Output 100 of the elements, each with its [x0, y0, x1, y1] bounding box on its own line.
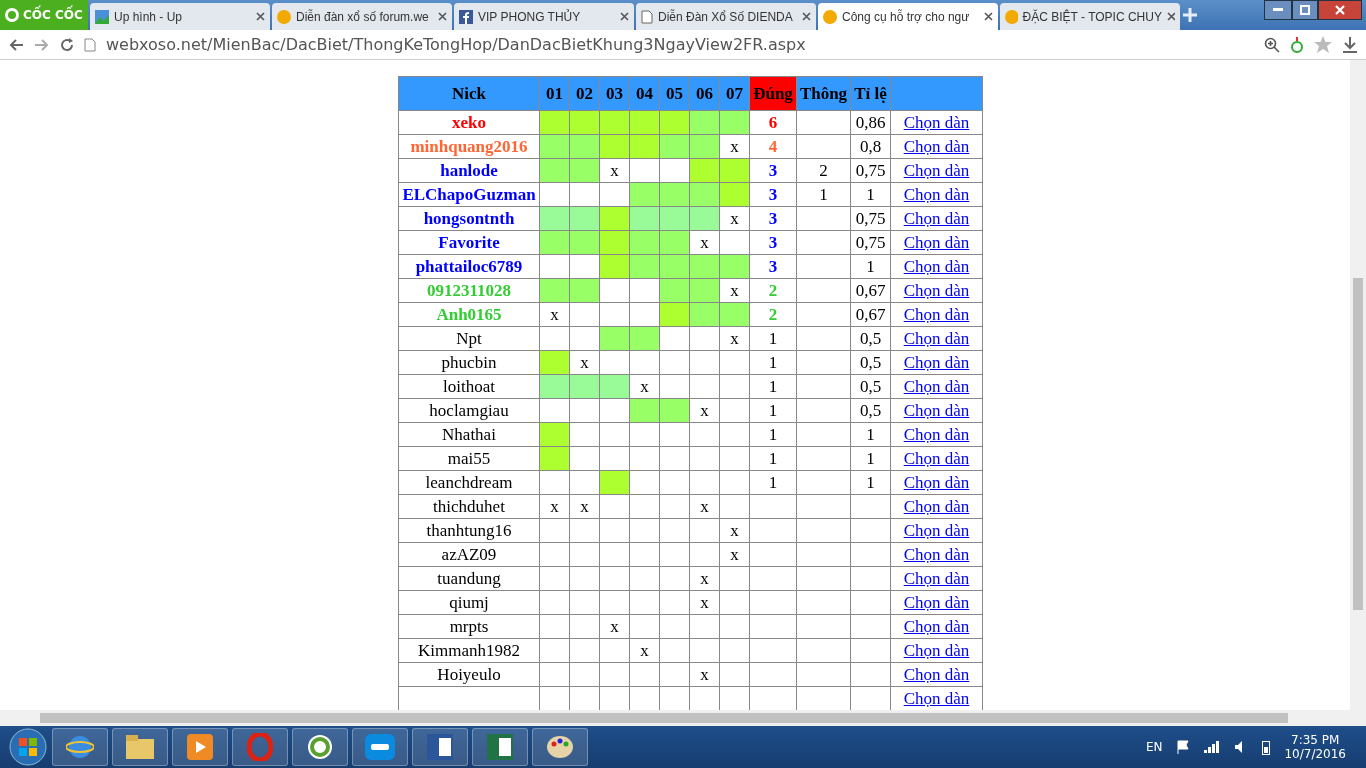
- horizontal-scrollbar[interactable]: [0, 710, 1366, 726]
- start-button[interactable]: [8, 727, 48, 767]
- choose-link[interactable]: Chọn dàn: [903, 160, 970, 180]
- column-header: 03: [599, 76, 630, 111]
- browser-tab[interactable]: Công cụ hỗ trợ cho ngư: [818, 3, 998, 30]
- nick-name: Anh0165: [436, 304, 502, 324]
- choose-link[interactable]: Chọn dàn: [903, 328, 970, 348]
- back-icon[interactable]: [8, 37, 24, 52]
- column-header: 07: [719, 76, 750, 111]
- close-icon[interactable]: [1166, 12, 1175, 21]
- column-header: 05: [659, 76, 690, 111]
- reload-icon[interactable]: [60, 37, 74, 52]
- battery-icon[interactable]: [1262, 739, 1271, 755]
- choose-link[interactable]: Chọn dàn: [903, 136, 970, 156]
- choose-link[interactable]: Chọn dàn: [903, 664, 970, 684]
- close-icon[interactable]: [256, 12, 265, 21]
- choose-link[interactable]: Chọn dàn: [903, 304, 970, 324]
- folder-icon[interactable]: [112, 728, 168, 766]
- choose-link[interactable]: Chọn dàn: [903, 256, 970, 276]
- column-header: Tỉ lệ: [850, 76, 891, 111]
- correct-count: 3: [768, 184, 778, 204]
- download-icon[interactable]: [1342, 36, 1358, 53]
- page-icon: [84, 37, 96, 52]
- choose-link[interactable]: Chọn dàn: [903, 688, 970, 708]
- choose-link[interactable]: Chọn dàn: [903, 496, 970, 516]
- correct-count: 1: [768, 424, 778, 444]
- flag-icon[interactable]: [1176, 740, 1191, 754]
- close-icon: [1335, 5, 1345, 15]
- vertical-scrollbar[interactable]: [1350, 60, 1366, 710]
- correct-count: 6: [768, 112, 778, 132]
- choose-link[interactable]: Chọn dàn: [903, 592, 970, 612]
- choose-link[interactable]: Chọn dàn: [903, 616, 970, 636]
- nick-name: Favorite: [438, 232, 500, 252]
- translate-icon[interactable]: [1290, 36, 1304, 53]
- nick-name: Nhathai: [442, 424, 496, 444]
- choose-link[interactable]: Chọn dàn: [903, 232, 970, 252]
- choose-link[interactable]: Chọn dàn: [903, 448, 970, 468]
- correct-count: 1: [768, 328, 778, 348]
- close-icon[interactable]: [438, 12, 447, 21]
- correct-count: 2: [768, 280, 778, 300]
- nick-name: phattailoc6789: [415, 256, 523, 276]
- nick-name: leanchdream: [425, 472, 513, 492]
- palette-icon[interactable]: [532, 728, 588, 766]
- choose-link[interactable]: Chọn dàn: [903, 472, 970, 492]
- choose-link[interactable]: Chọn dàn: [903, 352, 970, 372]
- star-icon[interactable]: [1314, 36, 1332, 53]
- choose-link[interactable]: Chọn dàn: [903, 568, 970, 588]
- nick-name: Npt: [456, 328, 482, 348]
- nick-name: mrpts: [449, 616, 489, 636]
- maximize-icon: [1300, 5, 1310, 15]
- globe-icon[interactable]: [52, 728, 108, 766]
- nick-name: azAZ09: [441, 544, 497, 564]
- browser-tab[interactable]: VIP PHONG THỦY: [454, 3, 634, 30]
- nick-name: mai55: [447, 448, 491, 468]
- leaf-icon[interactable]: [292, 728, 348, 766]
- choose-link[interactable]: Chọn dàn: [903, 520, 970, 540]
- document-icon[interactable]: [412, 728, 468, 766]
- close-button[interactable]: [1318, 0, 1362, 20]
- facebook-icon: [459, 9, 473, 24]
- column-header: Đúng: [749, 76, 797, 111]
- close-icon[interactable]: [984, 12, 993, 21]
- choose-link[interactable]: Chọn dàn: [903, 280, 970, 300]
- nick-name: hoclamgiau: [429, 400, 509, 420]
- browser-tab[interactable]: ĐẶC BIỆT - TOPIC CHUY: [1000, 3, 1180, 30]
- correct-count: 1: [768, 448, 778, 468]
- correct-count: 1: [768, 376, 778, 396]
- language-indicator[interactable]: EN: [1145, 740, 1163, 754]
- browser-tab[interactable]: Diễn đàn xổ số forum.we: [272, 3, 452, 30]
- nick-name: thichduhet: [433, 496, 505, 516]
- correct-count: 2: [768, 304, 778, 324]
- choose-link[interactable]: Chọn dàn: [903, 112, 970, 132]
- nick-name: minhquang2016: [410, 136, 528, 156]
- signal-icon[interactable]: [1204, 741, 1221, 753]
- column-header: 06: [689, 76, 720, 111]
- media-player-icon[interactable]: [172, 728, 228, 766]
- chat-icon[interactable]: [352, 728, 408, 766]
- nick-name: ELChapoGuzman: [402, 184, 536, 204]
- maximize-button[interactable]: [1292, 0, 1318, 20]
- column-header: 04: [629, 76, 660, 111]
- choose-link[interactable]: Chọn dàn: [903, 208, 970, 228]
- address-field[interactable]: webxoso.net/MienBac/DacBiet/ThongKeTongHop/DanDacBietKhung3NgayView2FR.aspx: [106, 35, 1254, 54]
- new-tab-icon[interactable]: [1182, 7, 1198, 23]
- choose-link[interactable]: Chọn dàn: [903, 424, 970, 444]
- correct-count: 3: [768, 232, 778, 252]
- browser-tab[interactable]: Up hình - Up: [90, 3, 270, 30]
- browser-tab[interactable]: Diễn Đàn Xổ Số DIENDA: [636, 3, 816, 30]
- zoom-icon[interactable]: [1264, 36, 1280, 53]
- choose-link[interactable]: Chọn dàn: [903, 376, 970, 396]
- choose-link[interactable]: Chọn dàn: [903, 400, 970, 420]
- choose-link[interactable]: Chọn dàn: [903, 544, 970, 564]
- minimize-button[interactable]: [1264, 0, 1292, 20]
- spreadsheet-icon[interactable]: [472, 728, 528, 766]
- nick-name: hongsontnth: [423, 208, 515, 228]
- close-icon[interactable]: [802, 12, 811, 21]
- nick-name: loithoat: [443, 376, 495, 396]
- choose-link[interactable]: Chọn dàn: [903, 640, 970, 660]
- close-icon[interactable]: [620, 12, 629, 21]
- nick-name: 0912311028: [426, 280, 512, 300]
- choose-link[interactable]: Chọn dàn: [903, 184, 970, 204]
- correct-count: 3: [768, 208, 778, 228]
